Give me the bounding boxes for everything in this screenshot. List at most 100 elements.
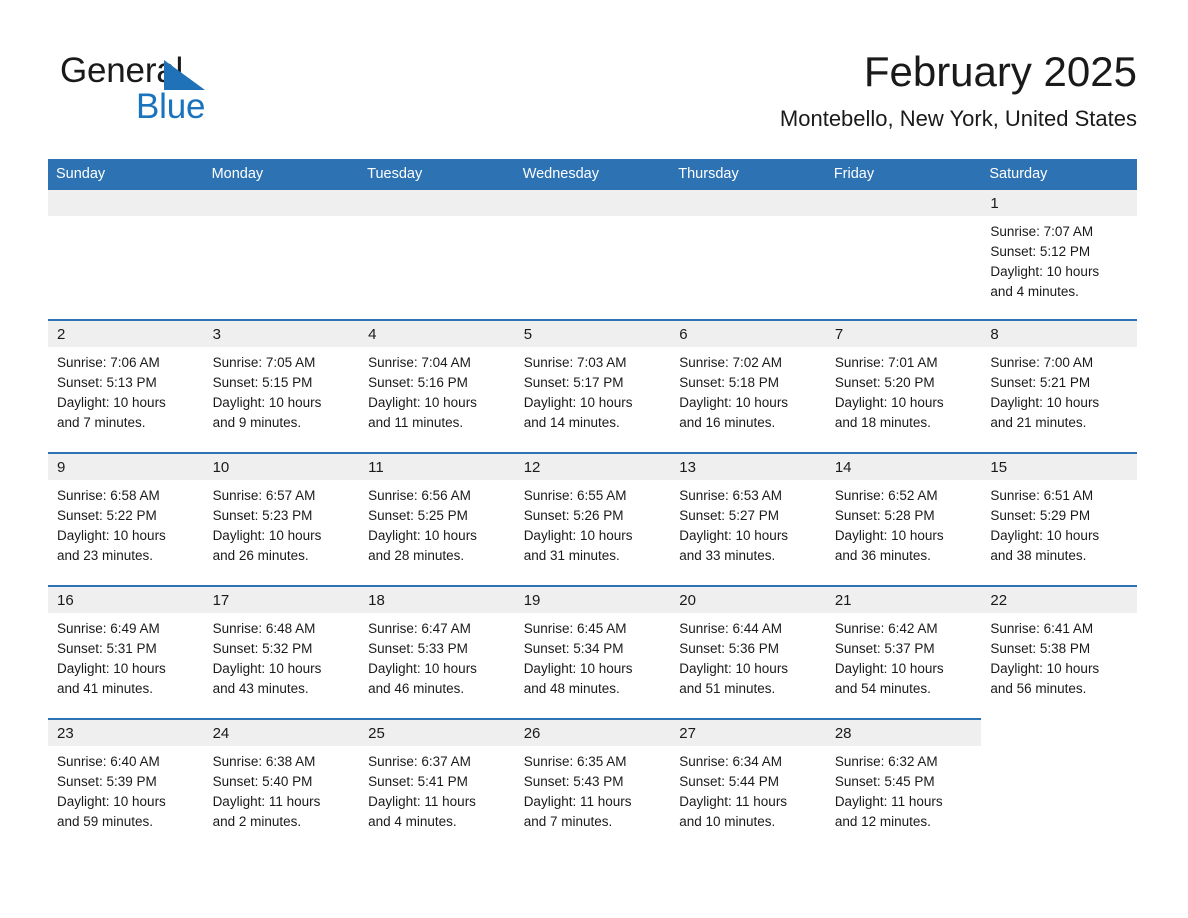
sunrise-text: Sunrise: 6:41 AM xyxy=(990,621,1094,636)
sunrise-text: Sunrise: 6:44 AM xyxy=(679,621,783,636)
day-cell[interactable]: 3 Sunrise: 7:05 AM Sunset: 5:15 PM Dayli… xyxy=(203,319,360,453)
day-cell[interactable]: 13 Sunrise: 6:53 AM Sunset: 5:27 PM Dayl… xyxy=(670,452,826,586)
day-cell[interactable]: 16 Sunrise: 6:49 AM Sunset: 5:31 PM Dayl… xyxy=(48,585,204,719)
day-details: Sunrise: 6:51 AM Sunset: 5:29 PM Dayligh… xyxy=(981,480,1137,566)
logo-text-blue: Blue xyxy=(136,87,206,126)
day-details: Sunrise: 6:37 AM Sunset: 5:41 PM Dayligh… xyxy=(359,746,515,832)
sunset-text: Sunset: 5:28 PM xyxy=(834,508,935,523)
title-block: February 2025 Montebello, New York, Unit… xyxy=(377,40,1137,134)
day-cell[interactable]: 8 Sunrise: 7:00 AM Sunset: 5:21 PM Dayli… xyxy=(981,319,1137,453)
sunset-text: Sunset: 5:32 PM xyxy=(212,641,313,656)
daylight-text-line1: Daylight: 10 hours xyxy=(523,528,633,543)
day-cell[interactable]: 24 Sunrise: 6:38 AM Sunset: 5:40 PM Dayl… xyxy=(203,718,360,852)
daylight-text-line1: Daylight: 10 hours xyxy=(212,528,322,543)
generalblue-logo[interactable]: General Blue xyxy=(60,52,320,132)
daylight-text-line1: Daylight: 10 hours xyxy=(679,528,789,543)
day-cell[interactable] xyxy=(48,190,204,320)
day-details: Sunrise: 7:04 AM Sunset: 5:16 PM Dayligh… xyxy=(359,347,515,433)
weekday-header-sunday: Sunday xyxy=(48,159,204,190)
day-number: 5 xyxy=(514,321,671,347)
daylight-text-line2: and 21 minutes. xyxy=(990,415,1087,430)
day-details: Sunrise: 6:42 AM Sunset: 5:37 PM Dayligh… xyxy=(826,613,982,699)
sunset-text: Sunset: 5:31 PM xyxy=(57,641,157,656)
day-number: 15 xyxy=(981,454,1137,480)
sunrise-text: Sunrise: 7:04 AM xyxy=(368,355,471,370)
day-number: 4 xyxy=(359,321,515,347)
daylight-text-line1: Daylight: 10 hours xyxy=(212,395,322,410)
day-cell[interactable]: 5 Sunrise: 7:03 AM Sunset: 5:17 PM Dayli… xyxy=(514,319,671,453)
day-details: Sunrise: 6:53 AM Sunset: 5:27 PM Dayligh… xyxy=(670,480,826,566)
day-number: 11 xyxy=(359,454,515,480)
day-cell[interactable]: 25 Sunrise: 6:37 AM Sunset: 5:41 PM Dayl… xyxy=(359,718,515,852)
day-details: Sunrise: 6:34 AM Sunset: 5:44 PM Dayligh… xyxy=(670,746,826,832)
daylight-text-line2: and 7 minutes. xyxy=(523,814,613,829)
sunrise-text: Sunrise: 7:05 AM xyxy=(212,355,316,370)
day-number: 14 xyxy=(825,454,982,480)
day-details: Sunrise: 6:58 AM Sunset: 5:22 PM Dayligh… xyxy=(48,480,204,566)
daylight-text-line1: Daylight: 10 hours xyxy=(990,528,1100,543)
day-cell[interactable]: 22 Sunrise: 6:41 AM Sunset: 5:38 PM Dayl… xyxy=(981,585,1137,719)
daylight-text-line1: Daylight: 10 hours xyxy=(57,395,166,410)
sunrise-text: Sunrise: 6:51 AM xyxy=(990,488,1094,503)
day-details: Sunrise: 7:03 AM Sunset: 5:17 PM Dayligh… xyxy=(515,347,671,433)
day-details: Sunrise: 7:05 AM Sunset: 5:15 PM Dayligh… xyxy=(204,347,360,433)
day-cell[interactable]: 18 Sunrise: 6:47 AM Sunset: 5:33 PM Dayl… xyxy=(359,585,515,719)
day-number: 3 xyxy=(203,321,360,347)
day-cell[interactable]: 27 Sunrise: 6:34 AM Sunset: 5:44 PM Dayl… xyxy=(670,718,826,852)
sunrise-text: Sunrise: 7:00 AM xyxy=(990,355,1094,370)
day-number: 2 xyxy=(48,321,204,347)
day-cell[interactable] xyxy=(359,190,515,320)
day-details: Sunrise: 7:06 AM Sunset: 5:13 PM Dayligh… xyxy=(48,347,204,433)
day-cell[interactable] xyxy=(825,190,982,320)
daylight-text-line1: Daylight: 10 hours xyxy=(679,395,789,410)
day-number xyxy=(203,190,360,216)
sunset-text: Sunset: 5:34 PM xyxy=(523,641,624,656)
sunrise-text: Sunrise: 6:42 AM xyxy=(834,621,938,636)
day-cell[interactable] xyxy=(514,190,671,320)
day-number: 18 xyxy=(359,587,515,613)
day-cell[interactable]: 7 Sunrise: 7:01 AM Sunset: 5:20 PM Dayli… xyxy=(825,319,982,453)
daylight-text-line2: and 54 minutes. xyxy=(834,681,931,696)
day-cell[interactable]: 19 Sunrise: 6:45 AM Sunset: 5:34 PM Dayl… xyxy=(514,585,671,719)
daylight-text-line2: and 2 minutes. xyxy=(212,814,302,829)
sunrise-text: Sunrise: 6:45 AM xyxy=(523,621,627,636)
sunrise-text: Sunrise: 7:03 AM xyxy=(523,355,627,370)
day-details: Sunrise: 6:52 AM Sunset: 5:28 PM Dayligh… xyxy=(826,480,982,566)
day-cell[interactable]: 17 Sunrise: 6:48 AM Sunset: 5:32 PM Dayl… xyxy=(203,585,360,719)
day-cell[interactable]: 28 Sunrise: 6:32 AM Sunset: 5:45 PM Dayl… xyxy=(825,718,982,852)
day-cell[interactable]: 23 Sunrise: 6:40 AM Sunset: 5:39 PM Dayl… xyxy=(48,718,204,852)
day-cell[interactable]: 1 Sunrise: 7:07 AM Sunset: 5:12 PM Dayli… xyxy=(981,190,1137,320)
daylight-text-line2: and 4 minutes. xyxy=(368,814,457,829)
day-cell[interactable]: 6 Sunrise: 7:02 AM Sunset: 5:18 PM Dayli… xyxy=(670,319,826,453)
weekday-header-thursday: Thursday xyxy=(670,159,826,190)
day-details: Sunrise: 6:55 AM Sunset: 5:26 PM Dayligh… xyxy=(515,480,671,566)
weekday-header-saturday: Saturday xyxy=(981,159,1137,190)
daylight-text-line1: Daylight: 11 hours xyxy=(834,794,943,809)
day-cell[interactable]: 9 Sunrise: 6:58 AM Sunset: 5:22 PM Dayli… xyxy=(48,452,204,586)
day-cell[interactable] xyxy=(981,719,1137,852)
daylight-text-line1: Daylight: 10 hours xyxy=(523,395,633,410)
daylight-text-line2: and 4 minutes. xyxy=(990,284,1079,299)
sunrise-text: Sunrise: 6:52 AM xyxy=(834,488,938,503)
day-cell[interactable]: 14 Sunrise: 6:52 AM Sunset: 5:28 PM Dayl… xyxy=(825,452,982,586)
day-details: Sunrise: 7:01 AM Sunset: 5:20 PM Dayligh… xyxy=(826,347,982,433)
day-cell[interactable]: 15 Sunrise: 6:51 AM Sunset: 5:29 PM Dayl… xyxy=(981,452,1137,586)
day-cell[interactable]: 11 Sunrise: 6:56 AM Sunset: 5:25 PM Dayl… xyxy=(359,452,515,586)
day-cell[interactable]: 4 Sunrise: 7:04 AM Sunset: 5:16 PM Dayli… xyxy=(359,319,515,453)
daylight-text-line1: Daylight: 10 hours xyxy=(990,661,1100,676)
daylight-text-line1: Daylight: 10 hours xyxy=(368,661,477,676)
daylight-text-line2: and 33 minutes. xyxy=(679,548,776,563)
day-cell[interactable] xyxy=(203,190,360,320)
day-details: Sunrise: 6:32 AM Sunset: 5:45 PM Dayligh… xyxy=(826,746,982,832)
day-cell[interactable]: 12 Sunrise: 6:55 AM Sunset: 5:26 PM Dayl… xyxy=(514,452,671,586)
day-cell[interactable]: 10 Sunrise: 6:57 AM Sunset: 5:23 PM Dayl… xyxy=(203,452,360,586)
day-number xyxy=(48,190,204,216)
day-cell[interactable]: 2 Sunrise: 7:06 AM Sunset: 5:13 PM Dayli… xyxy=(48,319,204,453)
day-cell[interactable] xyxy=(670,190,826,320)
day-number: 6 xyxy=(670,321,826,347)
day-cell[interactable]: 20 Sunrise: 6:44 AM Sunset: 5:36 PM Dayl… xyxy=(670,585,826,719)
day-cell[interactable]: 21 Sunrise: 6:42 AM Sunset: 5:37 PM Dayl… xyxy=(825,585,982,719)
day-details xyxy=(204,216,360,222)
day-cell[interactable]: 26 Sunrise: 6:35 AM Sunset: 5:43 PM Dayl… xyxy=(514,718,671,852)
day-number: 25 xyxy=(359,720,515,746)
